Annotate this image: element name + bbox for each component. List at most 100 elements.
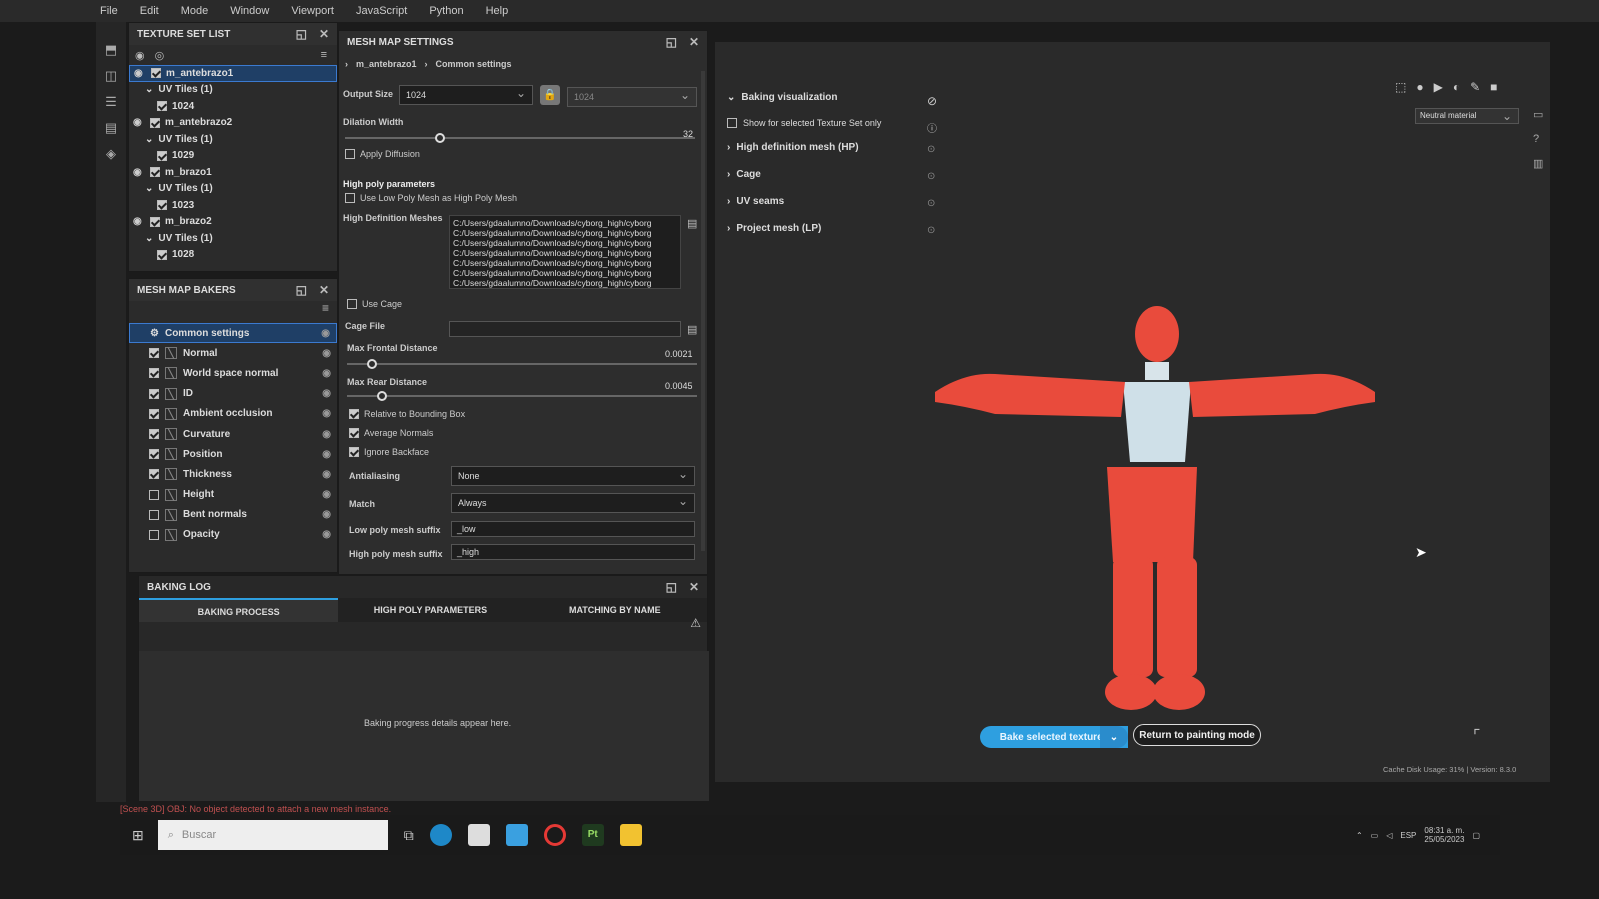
layers-icon[interactable]: ☰ xyxy=(103,94,119,110)
file-explorer-icon[interactable] xyxy=(619,824,642,846)
checkbox[interactable] xyxy=(149,408,159,419)
hd-mesh-path[interactable]: C:/Users/gdaalumno/Downloads/cyborg_high… xyxy=(453,278,677,288)
checkbox[interactable] xyxy=(347,299,357,309)
texture-set-row[interactable]: 1023 xyxy=(129,197,337,214)
hd-mesh-path[interactable]: C:/Users/gdaalumno/Downloads/cyborg_high… xyxy=(453,248,677,258)
scrollbar[interactable] xyxy=(701,71,705,551)
light-icon[interactable]: ◐ xyxy=(1453,80,1460,94)
network-icon[interactable]: ▭ xyxy=(1371,831,1379,840)
max-rear-slider[interactable] xyxy=(347,391,697,401)
eye-icon[interactable]: ◉ xyxy=(322,489,331,500)
info-icon[interactable]: ⓘ xyxy=(927,120,937,135)
checkbox[interactable] xyxy=(149,469,159,480)
checkbox[interactable] xyxy=(157,150,167,161)
chevron-down-icon[interactable]: ⌄ xyxy=(145,183,153,194)
clock[interactable]: 08:31 a. m. 25/05/2023 xyxy=(1424,826,1464,844)
texture-set-row[interactable]: ⌄ UV Tiles (1) xyxy=(129,131,337,148)
eye-icon[interactable]: ◉ xyxy=(134,68,146,79)
hd-mesh-path[interactable]: C:/Users/gdaalumno/Downloads/cyborg_high… xyxy=(453,258,677,268)
book-icon[interactable]: ▥ xyxy=(1533,157,1543,170)
hd-mesh-path[interactable]: C:/Users/gdaalumno/Downloads/cyborg_high… xyxy=(453,238,677,248)
low-suffix-input[interactable]: _low xyxy=(451,521,695,537)
antialiasing-select[interactable]: None xyxy=(451,466,695,486)
box-icon[interactable]: ■ xyxy=(1490,80,1497,94)
texture-set-row[interactable]: 1029 xyxy=(129,148,337,165)
baker-row[interactable]: ╲ Thickness ◉ xyxy=(129,464,337,484)
windows-start-icon[interactable]: ⊞ xyxy=(132,827,144,844)
baker-row[interactable]: ╲ Curvature ◉ xyxy=(129,424,337,444)
eye-icon[interactable]: ◉ xyxy=(322,408,331,419)
visibility-off-icon[interactable]: ⊘ xyxy=(927,94,937,108)
average-normals-checkbox[interactable]: Average Normals xyxy=(349,428,433,438)
texture-set-row[interactable]: ⌄ UV Tiles (1) xyxy=(129,230,337,247)
3d-viewport[interactable]: ⌄ Baking visualization ⊘ Show for selecte… xyxy=(715,42,1550,782)
checkbox[interactable] xyxy=(349,409,359,419)
show-selected-checkbox[interactable]: Show for selected Texture Set only xyxy=(727,118,881,128)
eraser-icon[interactable]: ◫ xyxy=(103,68,119,84)
cage-file-field[interactable] xyxy=(449,321,681,337)
tab-matching-by-name[interactable]: MATCHING BY NAME xyxy=(522,598,707,622)
slider-knob[interactable] xyxy=(435,133,445,143)
eye-icon[interactable]: ◉ xyxy=(322,509,331,520)
eye-icon[interactable]: ◉ xyxy=(322,388,331,399)
checkbox[interactable] xyxy=(157,200,167,211)
close-icon[interactable]: ✕ xyxy=(689,580,699,594)
eye-icon[interactable]: ◉ xyxy=(322,449,331,460)
menu-item[interactable]: Window xyxy=(230,5,269,17)
store-icon[interactable] xyxy=(467,824,490,846)
checkbox[interactable] xyxy=(149,429,159,440)
volume-icon[interactable]: ◁ xyxy=(1386,831,1392,840)
language-indicator[interactable]: ESP xyxy=(1400,831,1416,840)
menu-item[interactable]: Help xyxy=(486,5,509,17)
eye-icon[interactable]: ◉ xyxy=(322,429,331,440)
edge-icon[interactable] xyxy=(429,824,452,846)
checkbox[interactable] xyxy=(149,449,159,460)
hd-mesh-path[interactable]: C:/Users/gdaalumno/Downloads/cyborg_high… xyxy=(453,218,677,228)
checkbox[interactable] xyxy=(151,68,161,79)
checkbox[interactable] xyxy=(349,428,359,438)
menu-item[interactable]: JavaScript xyxy=(356,5,407,17)
camera-icon[interactable]: ⬚ xyxy=(1395,80,1406,94)
checkbox[interactable] xyxy=(345,149,355,159)
menu-item[interactable]: Edit xyxy=(140,5,159,17)
slider-knob[interactable] xyxy=(367,359,377,369)
checkbox[interactable] xyxy=(150,216,160,227)
eye-icon[interactable]: ◉ xyxy=(322,368,331,379)
checkbox[interactable] xyxy=(149,489,159,500)
eye-icon[interactable]: ◉ xyxy=(133,117,145,128)
lock-icon[interactable]: 🔒 xyxy=(540,85,560,105)
checkbox[interactable] xyxy=(349,447,359,457)
eye-icon[interactable]: ◉ xyxy=(322,529,331,540)
hd-mesh-path[interactable]: C:/Users/gdaalumno/Downloads/cyborg_high… xyxy=(453,268,677,278)
checkbox[interactable] xyxy=(149,368,159,379)
baker-row[interactable]: ╲ Normal ◉ xyxy=(129,343,337,363)
hd-meshes-list[interactable]: C:/Users/gdaalumno/Downloads/cyborg_high… xyxy=(449,215,681,289)
file-icon[interactable]: ▤ xyxy=(687,323,697,336)
match-select[interactable]: Always xyxy=(451,493,695,513)
baker-row[interactable]: ╲ Opacity ◉ xyxy=(129,525,337,545)
baker-row[interactable]: ╲ Bent normals ◉ xyxy=(129,505,337,525)
checkbox[interactable] xyxy=(157,101,167,112)
taskbar-search[interactable]: ⌕ Buscar xyxy=(157,820,388,850)
checkbox[interactable] xyxy=(157,249,167,260)
list-menu-icon[interactable]: ≡ xyxy=(322,301,329,315)
use-cage-checkbox[interactable]: Use Cage xyxy=(347,299,402,309)
viewport-section[interactable]: › Project mesh (LP) xyxy=(727,223,821,234)
output-size-select[interactable]: 1024 xyxy=(399,85,533,105)
opera-icon[interactable] xyxy=(543,824,566,846)
relative-bbox-checkbox[interactable]: Relative to Bounding Box xyxy=(349,409,465,419)
menu-item[interactable]: Python xyxy=(429,5,463,17)
visibility-icon[interactable]: ⊙ xyxy=(927,225,935,236)
eye-icon[interactable]: ◉ xyxy=(133,216,145,227)
message-icon[interactable]: ▭ xyxy=(1533,108,1543,121)
float-icon[interactable]: ◱ xyxy=(666,35,677,49)
viewport-section[interactable]: › High definition mesh (HP) xyxy=(727,142,859,153)
bake-dropdown-chevron-icon[interactable]: ⌄ xyxy=(1100,726,1128,748)
texture-set-row[interactable]: 1024 xyxy=(129,98,337,115)
ignore-backface-checkbox[interactable]: Ignore Backface xyxy=(349,447,429,457)
close-icon[interactable]: ✕ xyxy=(319,283,329,297)
checkbox[interactable] xyxy=(149,348,159,359)
dilation-slider[interactable] xyxy=(345,133,695,143)
document-icon[interactable]: ▤ xyxy=(103,120,119,136)
tab-high-poly-parameters[interactable]: HIGH POLY PARAMETERS xyxy=(338,598,523,622)
